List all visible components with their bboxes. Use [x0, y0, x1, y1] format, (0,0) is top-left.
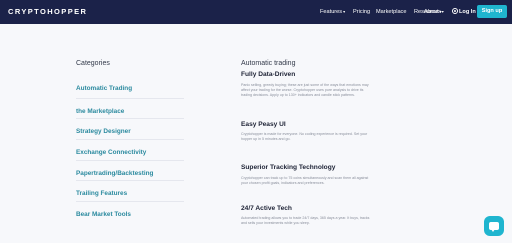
feature-description: Automated trading allows you to trade 24… [241, 216, 397, 226]
category-papertrading-backtesting[interactable]: Papertrading/Backtesting [76, 160, 184, 182]
category-strategy-designer[interactable]: Strategy Designer [76, 118, 184, 140]
top-nav-bar: CRYPTOHOPPER Features▾ Pricing Marketpla… [0, 0, 512, 24]
feature-description: Cryptohopper is made for everyone. No co… [241, 132, 397, 142]
signup-button[interactable]: Sign up [477, 5, 507, 18]
nav-features-label: Features [320, 9, 343, 15]
chevron-down-icon: ▾ [343, 9, 346, 14]
feature-title: Fully Data-Driven [241, 71, 296, 78]
nav-marketplace-label: Marketplace [376, 9, 407, 15]
nav-about[interactable]: About▾ [424, 9, 442, 15]
chevron-down-icon: ▾ [439, 9, 442, 14]
feature-text-line: your chosen profit goals, indicators and… [241, 181, 325, 186]
feature-text-line: and sells your investments while you sle… [241, 221, 310, 226]
category-trailing-features[interactable]: Trailing Features [76, 180, 184, 202]
chevron-down-icon: ▾ [441, 9, 444, 14]
logo[interactable]: CRYPTOHOPPER [8, 7, 87, 16]
category-bear-market-tools[interactable]: Bear Market Tools [76, 201, 184, 223]
feature-description: Panic selling, greedy buying; these are … [241, 83, 397, 99]
user-icon [452, 8, 458, 14]
login-label: Log In [459, 9, 476, 15]
nav-marketplace[interactable]: Marketplace [376, 9, 406, 15]
nav-about-label: About [424, 9, 439, 15]
chat-icon [489, 222, 499, 232]
nav-features[interactable]: Features▾ [320, 9, 345, 15]
nav-pricing[interactable]: Pricing [353, 9, 370, 15]
category-marketplace[interactable]: the Marketplace [76, 98, 184, 120]
feature-description: Cryptohopper can track up to 75 coins si… [241, 176, 397, 186]
feature-text-line: trading decisions. Apply up to 130+ indi… [241, 93, 355, 98]
feature-title: Superior Tracking Technology [241, 164, 336, 171]
nav-pricing-label: Pricing [353, 9, 371, 15]
chat-widget-button[interactable] [484, 216, 504, 236]
section-heading: Automatic trading [241, 60, 296, 67]
feature-text-line: hopper up in 5 minutes and go. [241, 137, 291, 142]
categories-heading: Categories [76, 60, 110, 67]
login-link[interactable]: Log In [452, 8, 476, 15]
category-automatic-trading[interactable]: Automatic Trading [76, 76, 184, 98]
feature-title: Easy Peasy UI [241, 121, 286, 128]
feature-title: 24/7 Active Tech [241, 205, 292, 212]
category-exchange-connectivity[interactable]: Exchange Connectivity [76, 139, 184, 161]
